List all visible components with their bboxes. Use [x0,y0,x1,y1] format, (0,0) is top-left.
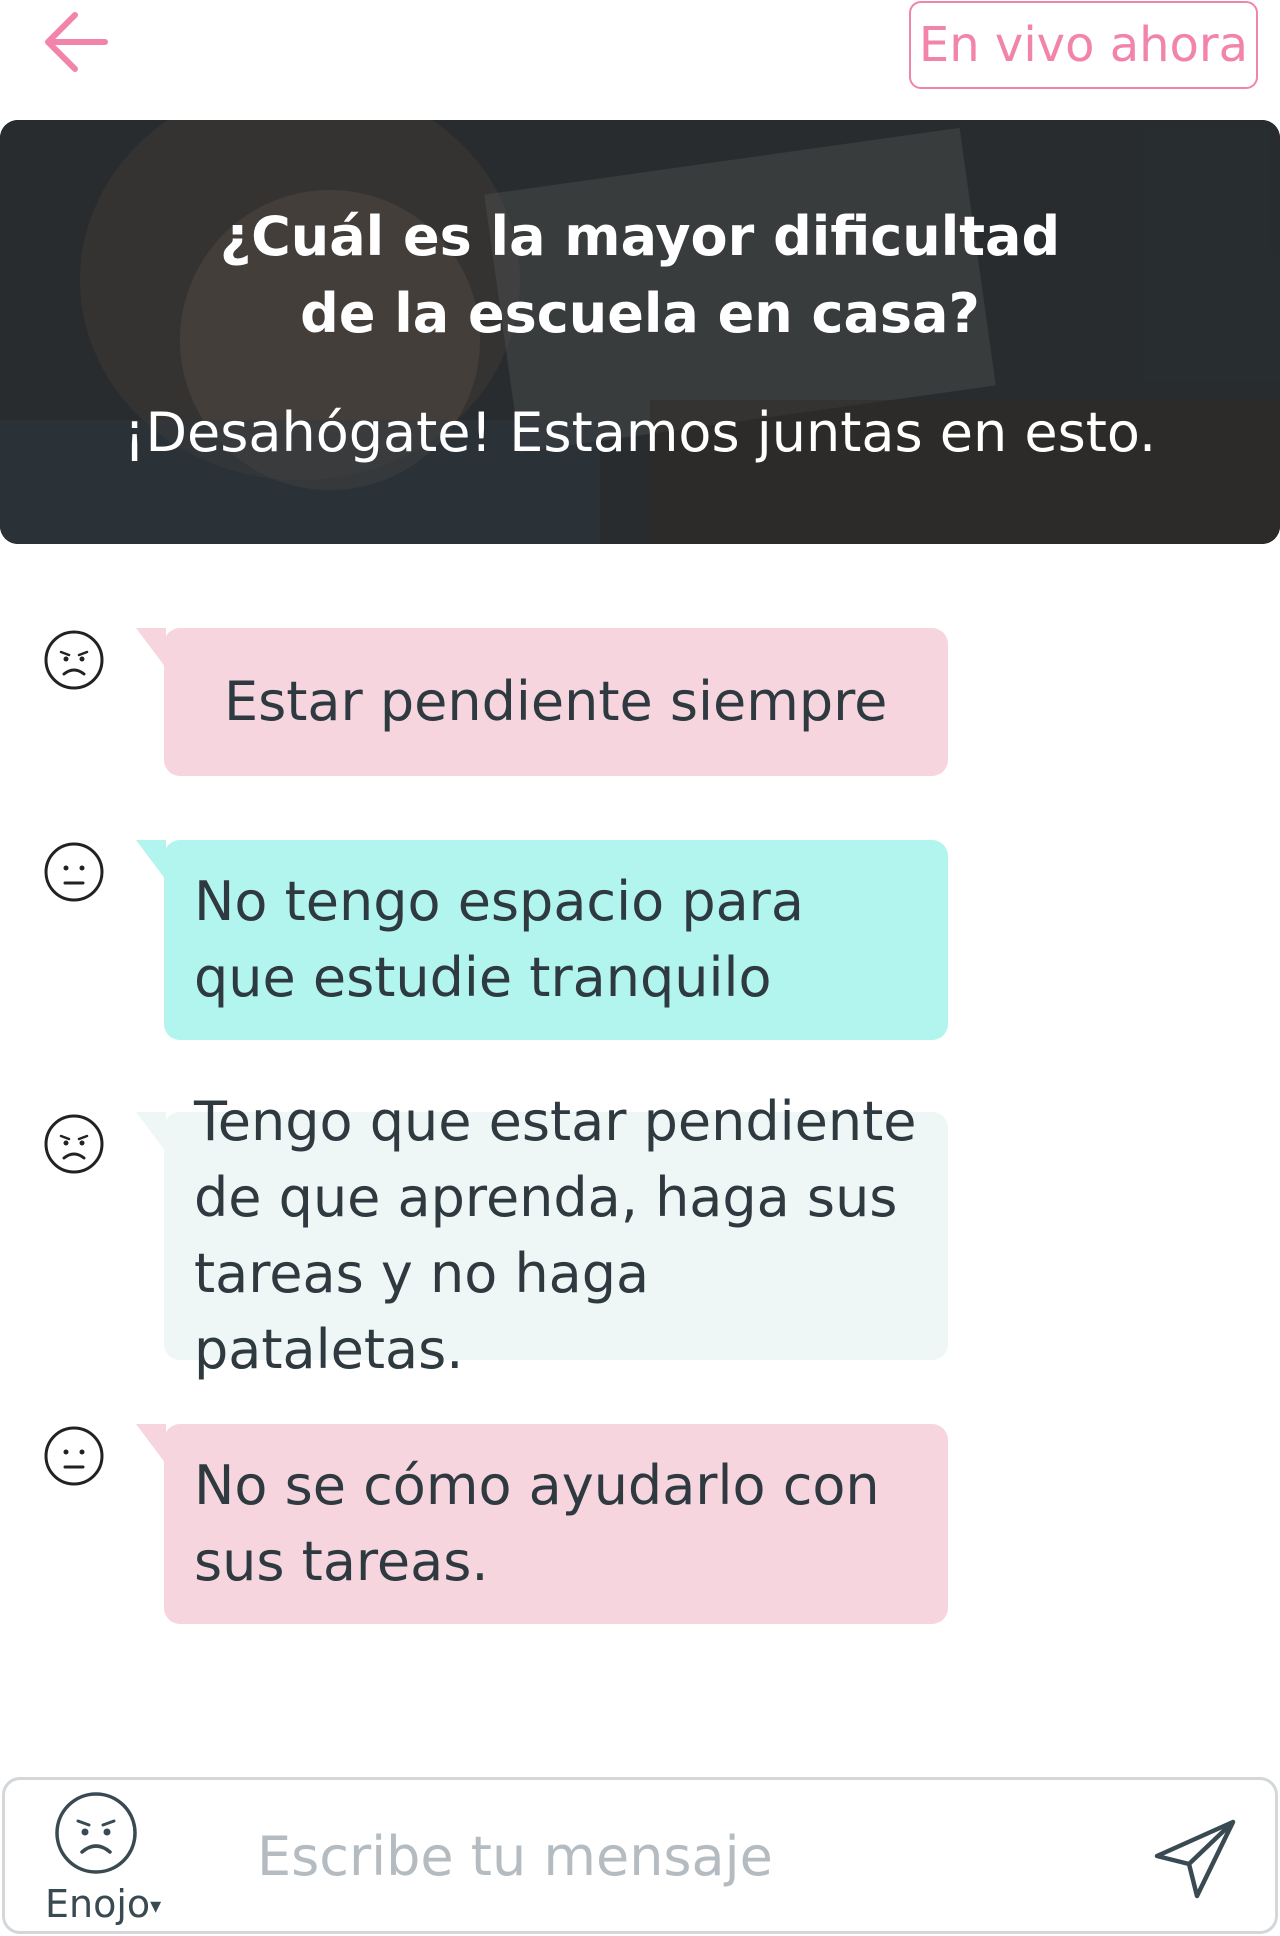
arrow-left-icon [45,12,108,72]
bubble-tail [136,628,166,668]
message-composer: Enojo▾ [2,1777,1278,1934]
message-bubble: Estar pendiente siempre [164,628,948,776]
live-now-button[interactable]: En vivo ahora [909,1,1258,89]
message-text: Estar pendiente siempre [224,670,888,733]
neutral-face-icon [44,842,104,902]
bubble-tail [136,1424,166,1464]
banner-title: ¿Cuál es la mayor dificultad de la escue… [0,198,1280,352]
mood-selector[interactable]: Enojo▾ [41,1790,171,1930]
message-text: Tengo que estar pendiente de que aprenda… [194,1090,917,1381]
send-icon [1154,1819,1236,1899]
message-input[interactable] [255,1800,1079,1912]
message-text: No tengo espacio para que estudie tranqu… [194,870,804,1009]
message-text: No se cómo ayudarlo con sus tareas. [194,1454,880,1593]
bubble-tail [136,1112,166,1152]
angry-face-icon [44,1114,104,1174]
message-bubble: No se cómo ayudarlo con sus tareas. [164,1424,948,1624]
angry-face-icon [55,1792,137,1874]
mood-label: Enojo [45,1882,151,1926]
neutral-face-icon [44,1426,104,1486]
bubble-tail [136,840,166,880]
message-bubble: Tengo que estar pendiente de que aprenda… [164,1090,948,1381]
angry-face-icon [44,630,104,690]
banner-subtitle: ¡Desahógate! Estamos juntas en esto. [123,401,1157,464]
mood-selector-label: Enojo▾ [45,1882,161,1926]
send-button[interactable] [1145,1810,1245,1906]
banner-title-line-1: ¿Cuál es la mayor dificultad [219,205,1061,268]
message-bubble: No tengo espacio para que estudie tranqu… [164,840,948,1040]
back-button[interactable] [36,4,116,80]
chevron-down-icon: ▾ [150,1894,162,1919]
banner-title-line-2: de la escuela en casa? [300,282,980,345]
